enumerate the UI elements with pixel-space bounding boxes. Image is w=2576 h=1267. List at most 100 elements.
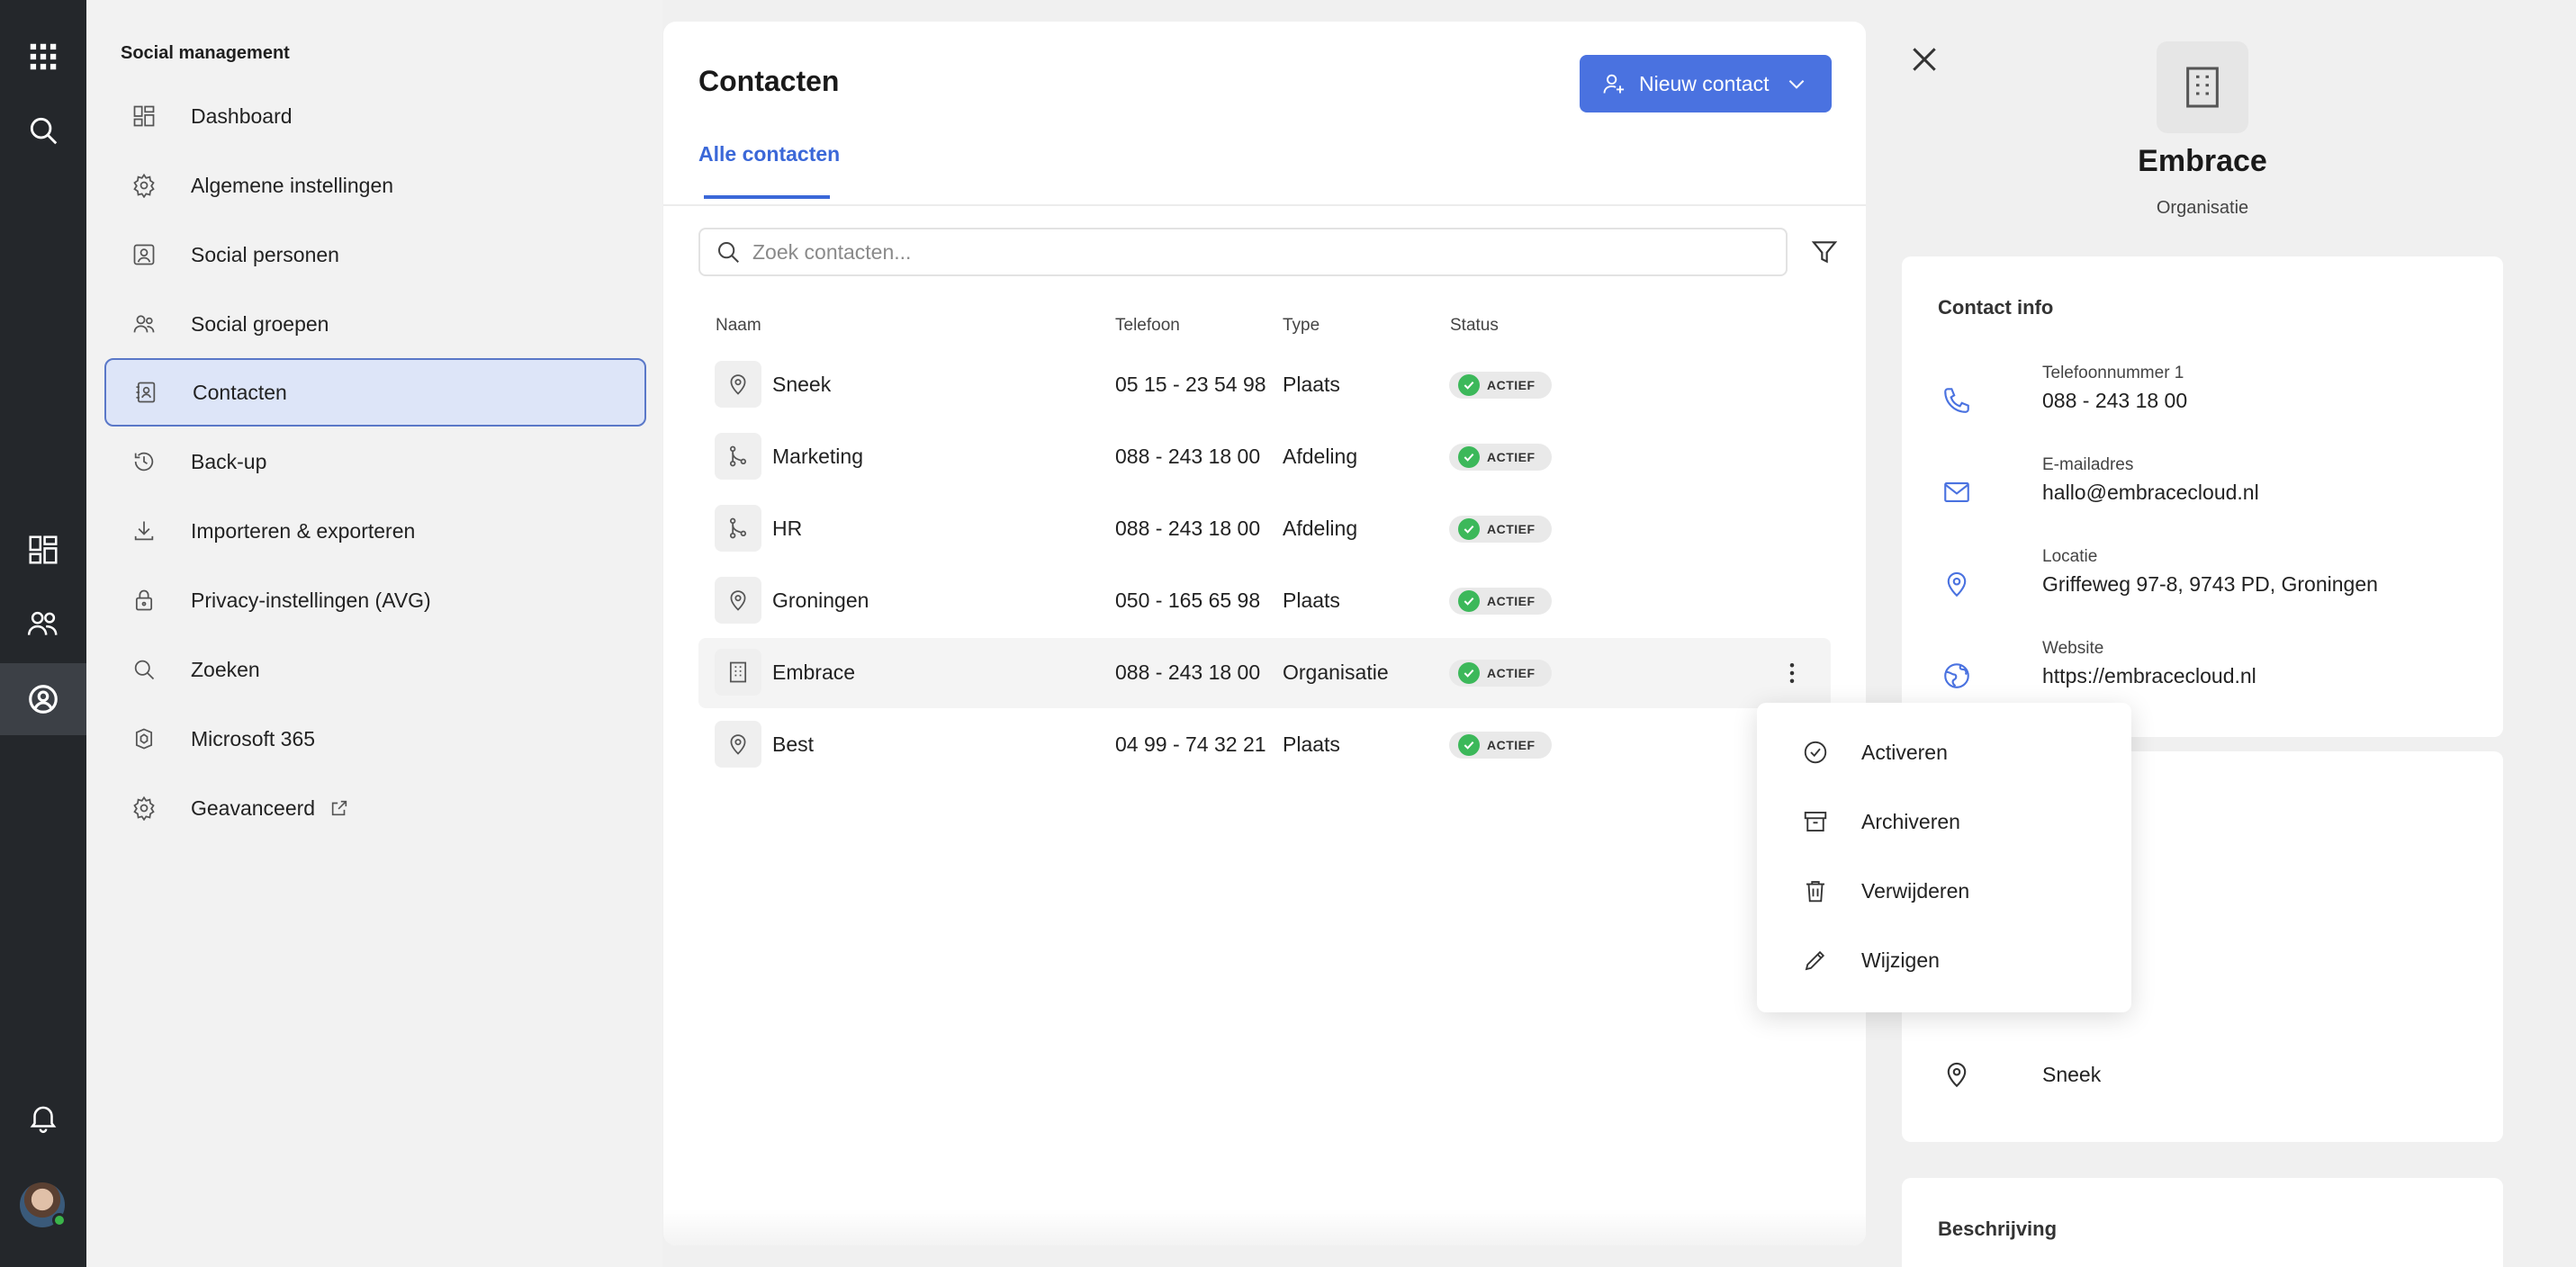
people-icon[interactable] [0,588,86,660]
detail-type: Organisatie [2156,198,2249,218]
contact-name: Groningen [772,589,869,612]
table-row[interactable]: Sneek 05 15 - 23 54 98 Plaats ACTIEF [698,350,1831,420]
gear-icon [126,795,162,821]
contact-name: Marketing [772,445,863,468]
sidebar-item-label: Algemene instellingen [191,173,394,197]
more-options-icon[interactable] [1779,660,1806,687]
sidebar-item-zoeken[interactable]: Zoeken [104,635,646,704]
email-value[interactable]: hallo@embracecloud.nl [2042,481,2259,505]
contact-name: Embrace [772,660,856,684]
contact-phone: 088 - 243 18 00 [1115,445,1261,468]
filter-icon[interactable] [1810,238,1839,266]
sidebar-item-label: Contacten [193,380,287,404]
check-icon [1458,374,1480,396]
sidebar-item-privacy-instellingen[interactable]: Privacy-instellingen (AVG) [104,566,646,634]
gear-icon [126,173,162,198]
contact-info-title: Contact info [1938,296,2054,319]
contact-type: Afdeling [1283,445,1358,468]
avatar[interactable] [20,1182,67,1227]
location-pin-icon [1947,1062,1967,1088]
sidebar-item-microsoft-365[interactable]: Microsoft 365 [104,705,646,773]
menu-item-activeren[interactable]: Activeren [1757,723,2131,782]
sidebar-item-importeren-exporteren[interactable]: Importeren & exporteren [104,497,646,565]
menu-item-verwijderen[interactable]: Verwijderen [1757,861,2131,921]
sidebar-item-label: Geavanceerd [191,795,316,820]
table-row[interactable]: Best 04 99 - 74 32 21 Plaats ACTIEF [698,710,1831,780]
linked-location-name: Sneek [2042,1063,2102,1086]
description-card: Beschrijving [1902,1178,2503,1267]
sidebar-item-label: Back-up [191,449,267,473]
contact-name: Sneek [772,373,832,396]
status-badge: ACTIEF [1449,444,1552,471]
status-badge: ACTIEF [1449,588,1552,615]
dashboard-icon [126,103,162,129]
chevron-down-icon [1789,80,1805,89]
tab-divider [663,204,1866,206]
add-user-icon [1603,74,1625,94]
menu-item-archiveren[interactable]: Archiveren [1757,792,2131,851]
contact-phone: 050 - 165 65 98 [1115,589,1261,612]
column-header-naam[interactable]: Naam [716,316,761,336]
sidebar-item-social-personen[interactable]: Social personen [104,220,646,289]
location-field: Locatie Griffeweg 97-8, 9743 PD, Groning… [1938,547,2478,619]
search-box [698,228,1788,276]
search-icon [126,657,162,682]
contacts-icon[interactable] [0,663,86,735]
globe-icon [1944,663,1969,688]
sidebar-item-label: Zoeken [191,657,260,681]
sidebar-item-social-groepen[interactable]: Social groepen [104,290,646,358]
table-row[interactable]: HR 088 - 243 18 00 Afdeling ACTIEF [698,494,1831,564]
search-input[interactable] [752,239,1743,265]
location-pin-icon [1947,571,1967,598]
archive-icon [1804,812,1827,831]
sidebar-item-label: Social personen [191,242,339,266]
check-icon [1458,590,1480,612]
sidebar-title: Social management [121,43,290,63]
contact-phone: 05 15 - 23 54 98 [1115,373,1266,396]
table-row[interactable]: Marketing 088 - 243 18 00 Afdeling ACTIE… [698,422,1831,492]
dashboard-icon[interactable] [0,514,86,586]
page-title: Contacten [698,65,840,97]
mail-icon [1944,482,1969,502]
contact-type: Plaats [1283,373,1340,396]
check-circle-icon [1804,741,1827,764]
sidebar-item-algemene-instellingen[interactable]: Algemene instellingen [104,151,646,220]
column-header-type[interactable]: Type [1283,316,1320,336]
online-status-dot [52,1213,67,1227]
phone-value[interactable]: 088 - 243 18 00 [2042,389,2187,413]
email-field: E-mailadres hallo@embracecloud.nl [1938,455,2478,527]
search-icon[interactable] [0,94,86,166]
row-actions-menu: Activeren Archiveren Verwijderen Wijzige… [1757,703,2131,1012]
sidebar-item-contacten[interactable]: Contacten [104,358,646,427]
new-contact-button[interactable]: Nieuw contact [1580,55,1832,112]
contact-info-card: Contact info Telefoonnummer 1 088 - 243 … [1902,256,2503,737]
contact-type: Plaats [1283,589,1340,612]
contact-type: Afdeling [1283,517,1358,540]
search-icon [718,242,739,263]
website-field: Website https://embracecloud.nl [1938,639,2478,711]
office-icon [126,726,162,751]
website-link[interactable]: https://embracecloud.nl [2042,664,2256,688]
building-icon [2157,41,2248,133]
contacts-panel: Contacten Nieuw contact Alle contacten N… [663,22,1866,1245]
sidebar-item-dashboard[interactable]: Dashboard [104,82,646,150]
bottom-fade [663,1209,1866,1245]
check-icon [1458,734,1480,756]
table-row[interactable]: Embrace 088 - 243 18 00 Organisatie ACTI… [698,638,1831,708]
sidebar-item-geavanceerd[interactable]: Geavanceerd [104,774,646,842]
column-header-telefoon[interactable]: Telefoon [1115,316,1180,336]
column-header-status[interactable]: Status [1450,316,1499,336]
apps-grid-icon[interactable] [0,21,86,93]
people-icon [126,311,162,337]
sidebar-item-back-up[interactable]: Back-up [104,427,646,496]
tab-alle-contacten[interactable]: Alle contacten [698,142,840,166]
sidebar-item-label: Social groepen [191,311,329,336]
sidebar-item-label: Dashboard [191,103,293,128]
trash-icon [1806,881,1824,903]
contact-book-icon [128,380,164,405]
active-tab-indicator [704,195,830,199]
table-row[interactable]: Groningen 050 - 165 65 98 Plaats ACTIEF [698,566,1831,636]
bell-icon[interactable] [0,1082,86,1154]
menu-item-wijzigen[interactable]: Wijzigen [1757,930,2131,990]
close-icon[interactable] [1906,41,1942,77]
